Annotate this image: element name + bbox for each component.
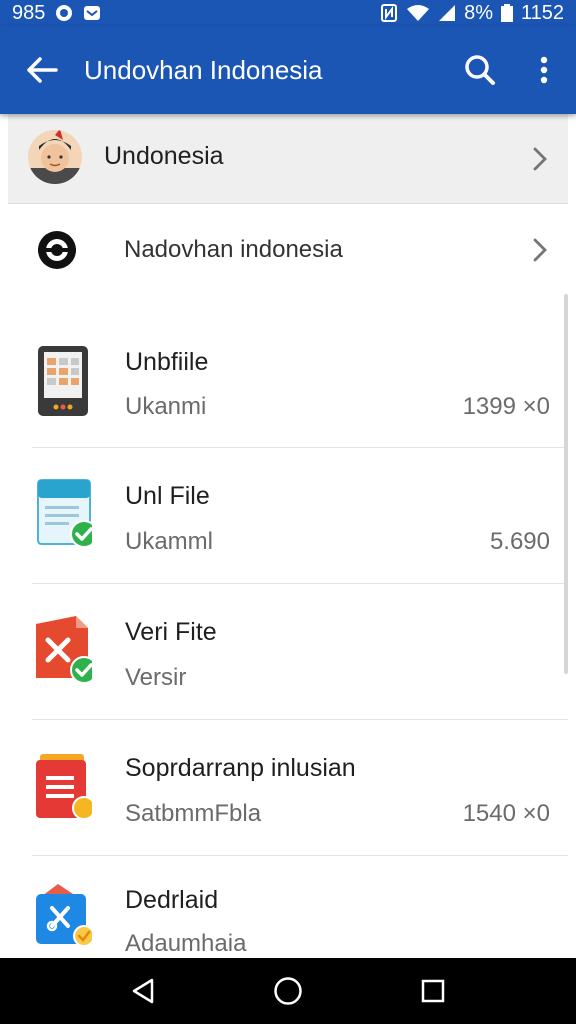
file-name: Veri Fite xyxy=(125,618,217,646)
file-size: 1399 ×0 xyxy=(462,393,550,420)
file-name: Unl File xyxy=(125,482,210,510)
notification-icon xyxy=(56,5,73,21)
header-label: Undonesia xyxy=(104,142,224,170)
nav-row-label: Nadovhan indonesia xyxy=(124,236,343,263)
header-row-indonesia[interactable]: Undonesia xyxy=(8,114,568,204)
list-item[interactable]: Unl File Ukamml 5.690 xyxy=(8,448,568,584)
battery-percent: 8% xyxy=(464,1,493,24)
status-bar: 985 8% 1152 xyxy=(0,0,576,26)
nav-recents-button[interactable] xyxy=(393,958,473,1024)
file-subtitle: Adaumhaia xyxy=(125,930,247,957)
list-item[interactable]: Soprdarranp inlusian SatbmmFbla 1540 ×0 xyxy=(8,720,568,856)
mail-icon xyxy=(84,6,101,20)
file-name: Unbfiile xyxy=(125,348,209,376)
more-vert-icon xyxy=(540,56,548,84)
archive-file-icon xyxy=(36,884,92,947)
avatar xyxy=(28,130,82,184)
file-subtitle: SatbmmFbla xyxy=(125,800,262,827)
text-file-icon xyxy=(36,754,92,820)
scrollbar[interactable] xyxy=(564,294,568,674)
more-options-button[interactable] xyxy=(512,26,576,114)
nav-row-indonesia[interactable]: Nadovhan indonesia xyxy=(8,204,568,296)
file-size: 5.690 xyxy=(489,528,550,555)
nav-back-icon xyxy=(132,978,153,1004)
system-nav-bar xyxy=(0,958,576,1024)
document-file-icon xyxy=(37,479,92,548)
file-subtitle: Ukamml xyxy=(125,528,213,555)
nav-home-icon xyxy=(274,977,302,1005)
spreadsheet-file-icon xyxy=(38,346,88,416)
disc-icon xyxy=(38,231,76,269)
app-bar-title: Undovhan Indonesia xyxy=(84,54,323,85)
file-name: Dedrlaid xyxy=(125,886,219,914)
file-subtitle: Versir xyxy=(125,664,187,691)
chevron-right-icon xyxy=(533,147,547,171)
file-size: 1540 ×0 xyxy=(462,800,550,827)
status-left-text: 985 xyxy=(12,1,46,24)
list-item[interactable]: Unbfiile Ukanmi 1399 ×0 xyxy=(8,312,568,448)
nfc-icon xyxy=(381,4,398,22)
nav-home-button[interactable] xyxy=(248,958,328,1024)
presentation-file-icon xyxy=(36,616,92,684)
chevron-right-icon xyxy=(533,238,547,262)
file-subtitle: Ukanmi xyxy=(125,393,207,420)
nav-recents-icon xyxy=(422,979,445,1003)
arrow-left-icon xyxy=(27,57,58,83)
list-item[interactable]: Veri Fite Versir xyxy=(8,584,568,720)
list-item[interactable]: Dedrlaid Adaumhaia xyxy=(8,856,568,958)
nav-back-button[interactable] xyxy=(103,958,183,1024)
search-button[interactable] xyxy=(448,26,512,114)
file-list: Undonesia Nadovhan indonesia Unbfiile Uk… xyxy=(8,114,568,958)
file-name: Soprdarranp inlusian xyxy=(125,754,356,782)
back-button[interactable] xyxy=(0,26,84,114)
battery-icon xyxy=(500,4,513,22)
signal-icon xyxy=(439,5,456,21)
search-icon xyxy=(465,55,495,85)
status-time: 1152 xyxy=(520,1,564,24)
wifi-icon xyxy=(407,5,430,21)
app-bar: Undovhan Indonesia xyxy=(0,26,576,114)
